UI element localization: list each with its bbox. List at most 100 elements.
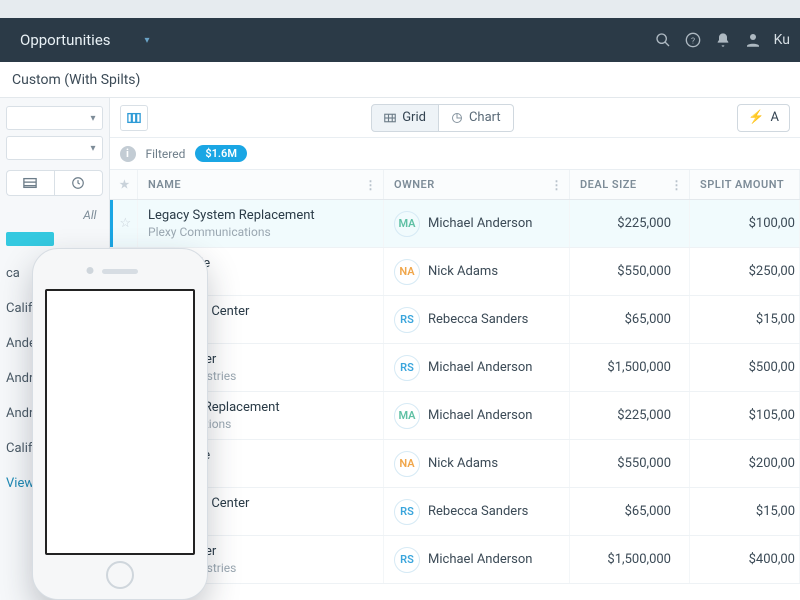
row-deal-size: $65,000 [570, 488, 690, 536]
row-owner-cell[interactable]: MA Michael Anderson [384, 200, 570, 248]
user-short: Ku [774, 32, 790, 48]
row-split-amount: $500,00 [690, 344, 800, 392]
avatar-icon[interactable] [738, 25, 768, 55]
row-owner-cell[interactable]: RS Michael Anderson [384, 536, 570, 584]
sidebar-active-indicator [6, 232, 54, 246]
module-dropdown[interactable]: Opportunities ▾ [10, 25, 160, 55]
row-deal-size: $225,000 [570, 392, 690, 440]
owner-avatar: NA [394, 259, 420, 285]
chevron-down-icon: ▾ [145, 35, 150, 46]
columns-config-button[interactable] [120, 105, 148, 131]
table-row[interactable]: ☆unications CenterCorpRSRebecca Sanders$… [110, 488, 800, 536]
owner-avatar: RS [394, 355, 420, 381]
row-name-cell[interactable]: Legacy System Replacement Plexy Communica… [138, 200, 384, 248]
sidebar-select-1[interactable]: ▾ [6, 106, 103, 130]
sidebar-select-2[interactable]: ▾ [6, 136, 103, 160]
phone-home-button [106, 561, 134, 589]
row-owner-cell[interactable]: RS Rebecca Sanders [384, 296, 570, 344]
kebab-icon[interactable]: ⋮ [671, 178, 684, 192]
row-deal-size: $65,000 [570, 296, 690, 344]
module-label: Opportunities [20, 31, 111, 49]
owner-name: Michael Anderson [428, 216, 532, 231]
table-row[interactable]: ☆ Legacy System Replacement Plexy Communic… [110, 200, 800, 248]
opportunities-table: ★ NAME⋮ OWNER⋮ DEAL SIZE⋮ SPLIT AMOUNT ☆… [110, 170, 800, 584]
row-owner-cell[interactable]: MA Michael Anderson [384, 392, 570, 440]
row-split-amount: $105,00 [690, 392, 800, 440]
svg-text:?: ? [691, 36, 695, 46]
owner-avatar: MA [394, 403, 420, 429]
owner-name: Nick Adams [428, 264, 498, 279]
star-icon: ★ [120, 178, 130, 191]
filter-summary: i Filtered $1.6M [110, 138, 800, 170]
owner-avatar: MA [394, 211, 420, 237]
info-icon: i [120, 146, 136, 162]
owner-name: Rebecca Sanders [428, 504, 528, 519]
col-deal[interactable]: DEAL SIZE⋮ [570, 170, 690, 200]
filter-all[interactable]: All [6, 208, 103, 222]
owner-avatar: NA [394, 451, 420, 477]
bolt-icon: ⚡ [748, 110, 764, 125]
row-deal-size: $550,000 [570, 440, 690, 488]
owner-avatar: RS [394, 499, 420, 525]
col-name[interactable]: NAME⋮ [138, 170, 384, 200]
owner-avatar: RS [394, 547, 420, 573]
row-split-amount: $200,00 [690, 440, 800, 488]
table-row[interactable]: ☆Data Centerdence IndustriesRSMichael An… [110, 344, 800, 392]
grid-label: Grid [402, 110, 426, 125]
chart-label: Chart [469, 110, 501, 125]
owner-name: Rebecca Sanders [428, 312, 528, 327]
table-row[interactable]: ☆y System ReplacementommunicationsMAMich… [110, 392, 800, 440]
row-deal-size: $550,000 [570, 248, 690, 296]
search-icon[interactable] [648, 25, 678, 55]
row-split-amount: $250,00 [690, 248, 800, 296]
col-split[interactable]: SPLIT AMOUNT [690, 170, 800, 200]
chevron-down-icon: ▾ [90, 143, 95, 154]
filtered-label: Filtered [146, 147, 186, 161]
row-deal-size: $225,000 [570, 200, 690, 248]
bell-icon[interactable] [708, 25, 738, 55]
layout-toggle-history[interactable] [54, 170, 103, 196]
owner-name: Michael Anderson [428, 360, 532, 375]
owner-name: Michael Anderson [428, 552, 532, 567]
row-split-amount: $15,00 [690, 488, 800, 536]
phone-camera [87, 267, 94, 274]
filter-amount-badge[interactable]: $1.6M [195, 145, 247, 162]
quick-action-button[interactable]: ⚡ A [737, 104, 790, 132]
kebab-icon[interactable]: ⋮ [365, 178, 378, 192]
owner-name: Michael Anderson [428, 408, 532, 423]
owner-name: Nick Adams [428, 456, 498, 471]
row-deal-size: $1,500,000 [570, 536, 690, 584]
row-owner-cell[interactable]: NA Nick Adams [384, 248, 570, 296]
row-split-amount: $400,00 [690, 536, 800, 584]
phone-screen [45, 289, 195, 555]
table-row[interactable]: ☆ty UpgradeServicesNANick Adams$550,000$… [110, 248, 800, 296]
phone-mockup [32, 248, 208, 600]
owner-avatar: RS [394, 307, 420, 333]
page-title: Custom (With Spilts) [12, 72, 140, 88]
row-owner-cell[interactable]: RS Michael Anderson [384, 344, 570, 392]
chevron-down-icon: ▾ [90, 113, 95, 124]
opportunity-account: Plexy Communications [148, 225, 373, 239]
main-toolbar: Grid Chart ⚡ A [110, 98, 800, 138]
kebab-icon[interactable]: ⋮ [551, 178, 564, 192]
table-row[interactable]: ☆unications CenterCorpRSRebecca Sanders$… [110, 296, 800, 344]
help-icon[interactable]: ? [678, 25, 708, 55]
table-row[interactable]: ☆Data Centerdence IndustriesRSMichael An… [110, 536, 800, 584]
row-owner-cell[interactable]: RS Rebecca Sanders [384, 488, 570, 536]
layout-toggle-list[interactable] [6, 170, 54, 196]
col-owner[interactable]: OWNER⋮ [384, 170, 570, 200]
grid-view-button[interactable]: Grid [371, 104, 439, 132]
row-deal-size: $1,500,000 [570, 344, 690, 392]
page-title-bar: Custom (With Spilts) [0, 62, 800, 98]
view-toggle: Grid Chart [371, 104, 513, 132]
row-split-amount: $100,00 [690, 200, 800, 248]
chart-view-button[interactable]: Chart [439, 104, 514, 132]
table-row[interactable]: ☆ty UpgradeServicesNANick Adams$550,000$… [110, 440, 800, 488]
opportunity-name: Legacy System Replacement [148, 208, 373, 223]
phone-speaker [102, 269, 138, 274]
col-star[interactable]: ★ [110, 170, 138, 200]
top-navbar: Opportunities ▾ ? Ku [0, 18, 800, 62]
row-owner-cell[interactable]: NA Nick Adams [384, 440, 570, 488]
auto-label: A [771, 110, 779, 125]
row-star[interactable]: ☆ [110, 200, 138, 248]
